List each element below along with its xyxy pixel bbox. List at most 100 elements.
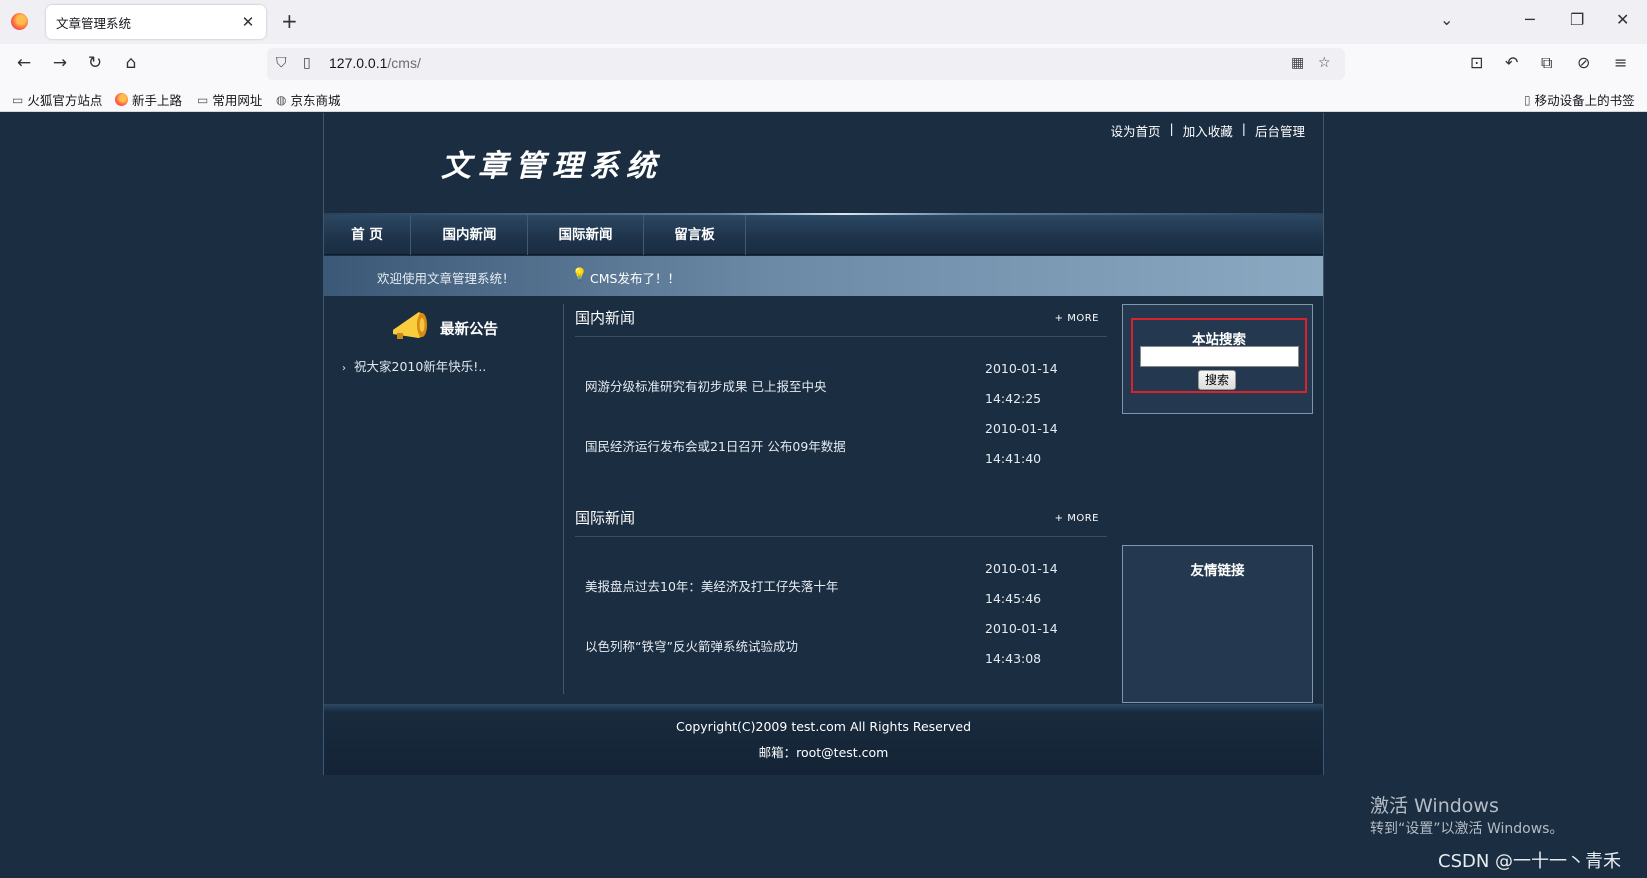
welcome-text: 欢迎使用文章管理系统！ xyxy=(377,271,515,286)
screenshot-icon[interactable]: ⊡ xyxy=(1470,53,1483,72)
set-homepage-link[interactable]: 设为首页 xyxy=(1111,121,1161,140)
url-text[interactable]: 127.0.0.1/cms/ xyxy=(329,55,421,71)
bookmark-item[interactable]: ▭ 火狐官方站点 xyxy=(12,90,102,109)
folder-icon: ▭ xyxy=(197,92,209,107)
links-title: 友情链接 xyxy=(1190,563,1245,579)
tab-title: 文章管理系统 xyxy=(56,15,132,31)
undo-icon[interactable]: ↶ xyxy=(1505,53,1518,72)
news-title[interactable]: 国民经济运行发布会或21日召开 公布09年数据 xyxy=(585,436,846,455)
notice-title: 最新公告 xyxy=(440,322,498,338)
addon-icon[interactable]: ⊘ xyxy=(1577,53,1590,72)
news-row: 以色列称“铁穹”反火箭弹系统试验成功 2010-01-14 14:43:08 xyxy=(575,614,1107,674)
reload-icon[interactable]: ↻ xyxy=(84,53,106,73)
notice-panel: 最新公告 › 祝大家2010新年快乐!.. xyxy=(324,304,564,694)
link-separator: | xyxy=(1241,121,1246,136)
news-date-day: 2010-01-14 xyxy=(985,421,1058,436)
section-header: 国内新闻 + MORE xyxy=(575,299,1107,337)
news-date: 2010-01-14 14:42:25 xyxy=(985,354,1058,414)
list-tabs-icon[interactable]: ⌄ xyxy=(1440,10,1453,29)
news-row: 国民经济运行发布会或21日召开 公布09年数据 2010-01-14 14:41:… xyxy=(575,414,1107,474)
section-title: 国际新闻 xyxy=(575,509,636,527)
new-tab-button[interactable]: + xyxy=(281,9,298,33)
news-title[interactable]: 网游分级标准研究有初步成果 已上报至中央 xyxy=(585,376,826,395)
admin-link[interactable]: 后台管理 xyxy=(1255,121,1305,140)
back-icon[interactable]: ← xyxy=(13,53,35,73)
news-date: 2010-01-14 14:41:40 xyxy=(985,414,1058,474)
bookmark-label: 京东商城 xyxy=(290,93,341,108)
mobile-icon: ▯ xyxy=(1524,92,1531,107)
news-row: 网游分级标准研究有初步成果 已上报至中央 2010-01-14 14:42:25 xyxy=(575,354,1107,414)
international-news-section: 国际新闻 + MORE 美报盘点过去10年：美经济及打工仔失落十年 2010-0… xyxy=(575,499,1107,679)
extensions-icon[interactable]: ⧉ xyxy=(1541,53,1552,73)
news-date: 2010-01-14 14:45:46 xyxy=(985,554,1058,614)
news-title[interactable]: 以色列称“铁穹”反火箭弹系统试验成功 xyxy=(585,636,798,655)
copyright-text: Copyright(C)2009 test.com All Rights Res… xyxy=(675,719,972,734)
more-link[interactable]: + MORE xyxy=(1055,313,1099,324)
main-menu: 首 页 国内新闻 国际新闻 留言板 xyxy=(324,215,1323,255)
browser-tab-bar: 文章管理系统 ✕ + ⌄ ─ ❐ ✕ xyxy=(0,0,1647,44)
menu-icon[interactable]: ≡ xyxy=(1614,53,1627,72)
search-input[interactable] xyxy=(1140,346,1299,367)
browser-tab[interactable]: 文章管理系统 ✕ xyxy=(46,5,266,39)
news-date-day: 2010-01-14 xyxy=(985,361,1058,376)
more-link[interactable]: + MORE xyxy=(1055,513,1099,524)
window-close-icon[interactable]: ✕ xyxy=(1616,10,1629,29)
menu-item-international[interactable]: 国际新闻 xyxy=(528,215,644,255)
section-header: 国际新闻 + MORE xyxy=(575,499,1107,537)
lightbulb-icon: 💡 xyxy=(572,267,587,281)
shield-icon[interactable]: ⛉ xyxy=(276,55,287,71)
menu-item-guestbook[interactable]: 留言板 xyxy=(644,215,746,255)
globe-icon: ◍ xyxy=(276,92,287,107)
home-icon[interactable]: ⌂ xyxy=(120,53,142,73)
bookmark-label: 火狐官方站点 xyxy=(27,93,103,108)
restore-icon[interactable]: ❐ xyxy=(1570,10,1584,29)
windows-activate-subtitle: 转到“设置”以激活 Windows。 xyxy=(1370,821,1564,837)
csdn-watermark: CSDN @一十一丶青禾 xyxy=(1438,851,1622,872)
link-separator: | xyxy=(1169,121,1174,136)
bookmark-label: 常用网址 xyxy=(212,93,263,108)
search-button[interactable]: 搜索 xyxy=(1198,370,1236,390)
news-title[interactable]: 美报盘点过去10年：美经济及打工仔失落十年 xyxy=(585,576,838,595)
url-path: /cms/ xyxy=(387,55,421,71)
menu-item-domestic[interactable]: 国内新闻 xyxy=(412,215,528,255)
mobile-bookmarks[interactable]: ▯ 移动设备上的书签 xyxy=(1524,90,1635,109)
friendly-links-box: 友情链接 xyxy=(1122,545,1313,703)
top-links: 设为首页 | 加入收藏 | 后台管理 xyxy=(1111,121,1305,140)
bookmark-item[interactable]: ◍ 京东商城 xyxy=(276,90,341,109)
address-bar[interactable]: ⛉ ▯ 127.0.0.1/cms/ ▦ ☆ xyxy=(267,48,1345,80)
mobile-bookmarks-label: 移动设备上的书签 xyxy=(1534,93,1635,108)
notice-item-text: 祝大家2010新年快乐!.. xyxy=(354,359,487,374)
bookmark-item[interactable]: ▭ 常用网址 xyxy=(197,90,262,109)
windows-activate-title: 激活 Windows xyxy=(1370,795,1499,817)
ticker-news-link[interactable]: CMS发布了！！ xyxy=(590,268,680,287)
news-date: 2010-01-14 14:43:08 xyxy=(985,614,1058,674)
domestic-news-section: 国内新闻 + MORE 网游分级标准研究有初步成果 已上报至中央 2010-01… xyxy=(575,299,1107,479)
news-date-time: 14:45:46 xyxy=(985,591,1042,606)
ticker-bar: 欢迎使用文章管理系统！ 💡 CMS发布了！！ xyxy=(324,256,1323,296)
search-title: 本站搜索 xyxy=(1192,332,1246,348)
close-tab-icon[interactable]: ✕ xyxy=(240,13,256,31)
news-date-day: 2010-01-14 xyxy=(985,561,1058,576)
search-highlight-frame: 本站搜索 搜索 xyxy=(1131,318,1307,393)
site-container: 设为首页 | 加入收藏 | 后台管理 文章管理系统 首 页 国内新闻 国际新闻 … xyxy=(323,113,1324,775)
browser-nav-bar: ← → ↻ ⌂ ⛉ ▯ 127.0.0.1/cms/ ▦ ☆ ⊡ ↶ ⧉ ⊘ ≡ xyxy=(0,44,1647,84)
email-text: 邮箱：root@test.com xyxy=(758,745,889,760)
minimize-icon[interactable]: ─ xyxy=(1525,10,1535,29)
news-date-time: 14:42:25 xyxy=(985,391,1042,406)
url-host: 127.0.0.1 xyxy=(329,55,388,71)
footer: Copyright(C)2009 test.com All Rights Res… xyxy=(324,704,1323,775)
forward-icon[interactable]: → xyxy=(49,53,71,73)
chevron-right-icon: › xyxy=(342,363,346,374)
menu-item-home[interactable]: 首 页 xyxy=(324,215,411,255)
add-favorite-link[interactable]: 加入收藏 xyxy=(1183,121,1233,140)
notice-item[interactable]: › 祝大家2010新年快乐!.. xyxy=(342,356,486,375)
news-date-day: 2010-01-14 xyxy=(985,621,1058,636)
news-row: 美报盘点过去10年：美经济及打工仔失落十年 2010-01-14 14:45:46 xyxy=(575,554,1107,614)
page-body: 设为首页 | 加入收藏 | 后台管理 文章管理系统 首 页 国内新闻 国际新闻 … xyxy=(0,113,1647,878)
qr-code-icon[interactable]: ▦ xyxy=(1291,55,1304,71)
bookmark-item[interactable]: 新手上路 xyxy=(115,90,182,109)
bookmark-star-icon[interactable]: ☆ xyxy=(1318,55,1331,71)
news-date-time: 14:41:40 xyxy=(985,451,1042,466)
search-box: 本站搜索 搜索 xyxy=(1122,304,1313,414)
page-icon: ▯ xyxy=(303,55,311,71)
